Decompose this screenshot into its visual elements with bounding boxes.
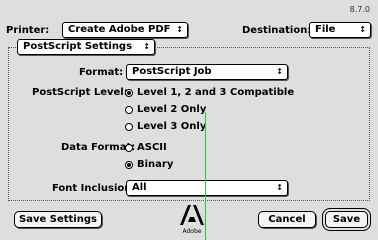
radio-level-2-label[interactable]: Level 2 Only (137, 104, 206, 115)
radio-binary-label[interactable]: Binary (137, 159, 173, 170)
popup-arrows-icon: ↕ (276, 183, 283, 192)
popup-arrows-icon: ↕ (276, 67, 283, 76)
cancel-button[interactable]: Cancel (258, 211, 316, 228)
printer-popup[interactable]: Create Adobe PDF ↕ (62, 22, 188, 38)
radio-binary[interactable] (125, 161, 133, 169)
version-label: 8.7.0 (349, 5, 370, 14)
radio-level-123[interactable] (125, 89, 133, 97)
save-button[interactable]: Save (325, 211, 368, 228)
printer-label: Printer: (6, 25, 50, 36)
destination-value: File (315, 24, 336, 35)
format-label: Format: (79, 67, 124, 78)
save-settings-button[interactable]: Save Settings (14, 211, 102, 228)
adobe-logo-icon (180, 205, 204, 225)
destination-label: Destination: (242, 25, 312, 36)
radio-level-123-label[interactable]: Level 1, 2 and 3 Compatible (137, 87, 294, 98)
popup-arrows-icon: ↕ (143, 42, 150, 51)
adobe-logo-text: Adobe (182, 228, 202, 235)
popup-arrows-icon: ↕ (176, 25, 183, 34)
panel-selector-popup[interactable]: PostScript Settings ↕ (17, 39, 155, 55)
font-inclusion-label: Font Inclusion: (52, 183, 136, 194)
postscript-level-label: PostScript Level: (32, 87, 128, 98)
adobe-logo: Adobe (180, 205, 204, 235)
font-inclusion-popup[interactable]: All ↕ (126, 180, 288, 196)
format-value: PostScript Job (132, 66, 212, 77)
font-inclusion-value: All (132, 182, 147, 193)
destination-popup[interactable]: File ↕ (309, 22, 371, 38)
printer-value: Create Adobe PDF (68, 24, 171, 35)
radio-level-2[interactable] (125, 106, 133, 114)
format-popup[interactable]: PostScript Job ↕ (126, 64, 288, 80)
radio-level-3[interactable] (125, 123, 133, 131)
radio-ascii-label[interactable]: ASCII (137, 142, 167, 153)
panel-selector-value: PostScript Settings (23, 41, 133, 52)
popup-arrows-icon: ↕ (359, 25, 366, 34)
radio-level-3-label[interactable]: Level 3 Only (137, 121, 206, 132)
guide-line (205, 112, 206, 240)
radio-ascii[interactable] (125, 144, 133, 152)
